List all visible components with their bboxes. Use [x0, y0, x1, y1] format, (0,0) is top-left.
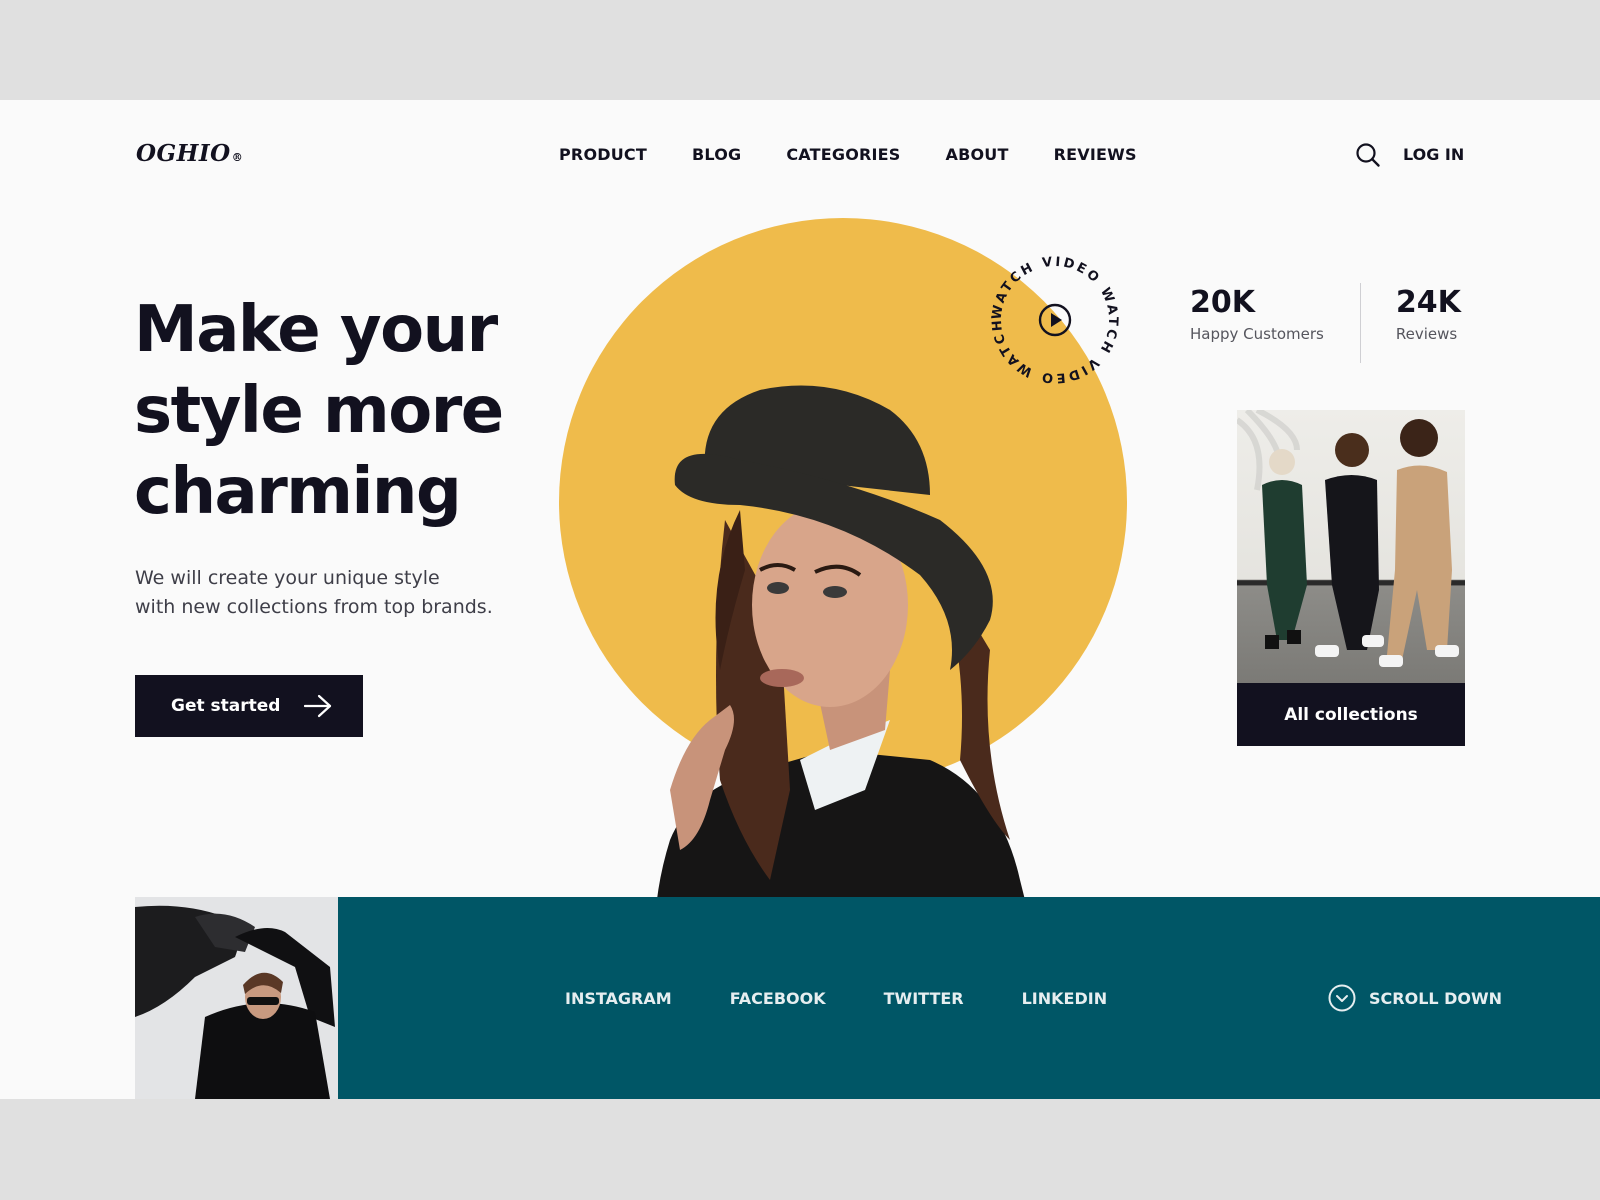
login-link[interactable]: LOG IN — [1403, 145, 1464, 164]
stat-reviews: 24K Reviews — [1396, 285, 1461, 363]
scroll-down-button[interactable]: SCROLL DOWN — [1328, 984, 1502, 1012]
stat-value: 24K — [1395, 285, 1461, 320]
all-collections-button[interactable]: All collections — [1237, 683, 1465, 746]
nav-reviews[interactable]: REVIEWS — [1054, 145, 1137, 164]
man-photo-figure — [135, 897, 338, 1099]
social-twitter[interactable]: TWITTER — [884, 989, 964, 1008]
nav-about[interactable]: ABOUT — [946, 145, 1009, 164]
subtitle-line: with new collections from top brands. — [135, 596, 493, 618]
headline-line: style more — [134, 374, 504, 448]
nav-blog[interactable]: BLOG — [692, 145, 741, 164]
stat-happy-customers: 20K Happy Customers — [1190, 285, 1324, 363]
collections-card[interactable]: All collections — [1237, 410, 1465, 746]
collections-photo — [1237, 410, 1465, 683]
social-instagram[interactable]: INSTAGRAM — [565, 989, 672, 1008]
social-facebook[interactable]: FACEBOOK — [730, 989, 826, 1008]
stat-label: Happy Customers — [1190, 325, 1324, 343]
headline-line: charming — [134, 455, 462, 529]
subtitle-line: We will create your unique style — [135, 567, 440, 589]
stats-panel: 20K Happy Customers 24K Reviews — [1190, 283, 1461, 363]
landing-page: OGHIO® PRODUCT BLOG CATEGORIES ABOUT REV… — [0, 100, 1600, 1099]
social-links: INSTAGRAM FACEBOOK TWITTER LINKEDIN — [565, 989, 1107, 1008]
registered-mark: ® — [231, 151, 244, 164]
arrow-right-icon — [304, 694, 332, 718]
stat-divider — [1359, 283, 1361, 363]
get-started-button[interactable]: Get started — [135, 675, 363, 737]
scroll-down-label: SCROLL DOWN — [1369, 988, 1503, 1008]
brand-logo[interactable]: OGHIO® — [136, 140, 243, 167]
collections-photo-figures — [1237, 410, 1459, 667]
watch-video-button[interactable]: WATCH VIDEO WATCH VIDEO WATCH VIDEO — [978, 239, 1125, 390]
stat-label: Reviews — [1395, 325, 1458, 343]
hero-headline: Make your style more charming — [134, 290, 554, 533]
stat-value: 20K — [1190, 285, 1255, 320]
search-button[interactable] — [1355, 142, 1381, 168]
headline-line: Make your — [134, 293, 498, 367]
social-linkedin[interactable]: LINKEDIN — [1022, 989, 1108, 1008]
hero-subtitle: We will create your unique style with ne… — [135, 564, 555, 622]
play-icon — [1038, 303, 1072, 337]
nav-categories[interactable]: CATEGORIES — [786, 145, 900, 164]
man-photo — [135, 897, 338, 1099]
search-icon — [1356, 143, 1380, 167]
get-started-label: Get started — [171, 696, 281, 716]
watch-video-ring: WATCH VIDEO WATCH VIDEO WATCH VIDEO — [978, 239, 1117, 385]
main-nav: PRODUCT BLOG CATEGORIES ABOUT REVIEWS — [559, 145, 1137, 164]
chevron-down-circle-icon — [1328, 984, 1356, 1012]
nav-product[interactable]: PRODUCT — [559, 145, 647, 164]
brand-name: OGHIO — [136, 140, 231, 167]
